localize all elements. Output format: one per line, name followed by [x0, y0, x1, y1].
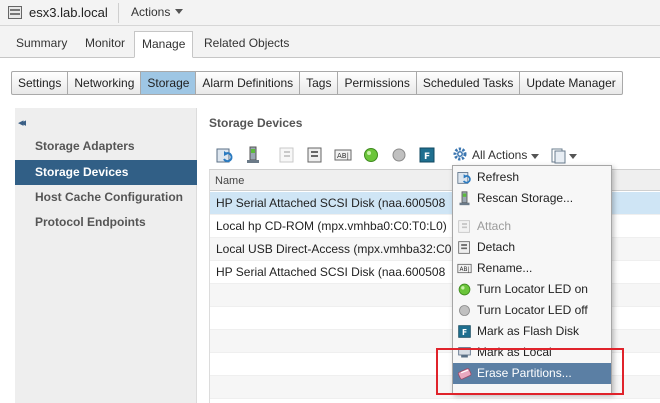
subtab-permissions[interactable]: Permissions: [338, 71, 417, 95]
column-header-name[interactable]: Name: [215, 175, 244, 187]
subtab-settings[interactable]: Settings: [11, 71, 69, 95]
main-tab-bar: Summary Monitor Manage Related Objects: [0, 26, 660, 58]
chevron-down-icon: [530, 154, 539, 159]
subtab-storage[interactable]: Storage: [141, 71, 197, 95]
flash-disk-icon: F: [458, 325, 471, 338]
refresh-icon[interactable]: [216, 146, 234, 164]
tab-summary[interactable]: Summary: [9, 31, 74, 58]
nav-item-storage-adapters[interactable]: Storage Adapters: [15, 134, 197, 159]
tab-monitor[interactable]: Monitor: [78, 31, 132, 58]
menu-item-label: Turn Locator LED off: [477, 303, 588, 317]
menu-item-refresh[interactable]: Refresh: [453, 167, 611, 188]
svg-text:F: F: [462, 328, 467, 337]
nav-item-host-cache-configuration[interactable]: Host Cache Configuration: [15, 185, 197, 210]
menu-item-attach[interactable]: Attach: [453, 216, 611, 237]
menu-item-detach[interactable]: Detach: [453, 237, 611, 258]
rename-icon: AB|: [457, 263, 472, 274]
menu-item-label: Rescan Storage...: [477, 191, 574, 205]
storage-nav-panel: ◂◂ Storage Adapters Storage Devices Host…: [15, 108, 197, 403]
menu-item-mark-as-flash-disk[interactable]: F Mark as Flash Disk: [453, 321, 611, 342]
host-icon: [8, 6, 22, 19]
host-name: esx3.lab.local: [29, 5, 108, 20]
menu-item-label: Detach: [477, 240, 516, 254]
svg-text:F: F: [424, 152, 430, 162]
attach-icon[interactable]: [278, 146, 296, 164]
rescan-storage-icon[interactable]: [244, 146, 262, 164]
annotation-highlight-box: [436, 348, 624, 395]
detach-icon: [458, 241, 470, 254]
header-divider: [118, 3, 119, 23]
subtab-networking[interactable]: Networking: [68, 71, 142, 95]
rescan-icon: [459, 191, 470, 206]
refresh-icon: [457, 172, 471, 184]
menu-item-label: Attach: [477, 219, 512, 233]
actions-label: Actions: [131, 5, 171, 19]
gear-icon: [453, 147, 467, 161]
rename-icon[interactable]: AB|: [334, 146, 352, 164]
svg-text:AB|: AB|: [460, 267, 470, 273]
export-menu-icon[interactable]: [551, 148, 579, 164]
all-actions-label: All Actions: [472, 148, 528, 162]
tab-related-objects[interactable]: Related Objects: [197, 31, 296, 58]
subtab-tags[interactable]: Tags: [300, 71, 339, 95]
menu-item-turn-locator-led-off[interactable]: Turn Locator LED off: [453, 300, 611, 321]
led-off-icon: [459, 305, 470, 316]
menu-item-label: Turn Locator LED on: [477, 282, 588, 296]
subtab-alarm-definitions[interactable]: Alarm Definitions: [196, 71, 301, 95]
menu-item-turn-locator-led-on[interactable]: Turn Locator LED on: [453, 279, 611, 300]
led-on-icon: [458, 283, 471, 296]
svg-text:AB|: AB|: [337, 152, 349, 160]
chevron-down-icon: [175, 9, 184, 14]
menu-item-label: Mark as Flash Disk: [477, 324, 580, 338]
attach-icon: [458, 220, 470, 233]
detach-icon[interactable]: [306, 146, 324, 164]
nav-item-storage-devices[interactable]: Storage Devices: [15, 160, 197, 185]
sub-tab-bar: Settings Networking Storage Alarm Defini…: [11, 71, 623, 95]
menu-item-label: Rename...: [477, 261, 533, 275]
tab-manage[interactable]: Manage: [134, 31, 194, 58]
led-on-icon[interactable]: [362, 146, 380, 164]
subtab-update-manager[interactable]: Update Manager: [520, 71, 623, 95]
nav-item-protocol-endpoints[interactable]: Protocol Endpoints: [15, 210, 197, 235]
object-header: esx3.lab.local Actions: [0, 0, 660, 26]
menu-item-label: Refresh: [477, 170, 520, 184]
collapse-panel-icon[interactable]: ◂◂: [18, 116, 26, 129]
subtab-scheduled-tasks[interactable]: Scheduled Tasks: [416, 71, 521, 95]
page-title: Storage Devices: [209, 116, 303, 130]
menu-item-rename[interactable]: AB| Rename...: [453, 258, 611, 279]
actions-menu-button[interactable]: Actions: [131, 5, 184, 19]
flash-disk-icon[interactable]: F: [418, 146, 436, 164]
led-off-icon[interactable]: [390, 146, 408, 164]
menu-item-rescan-storage[interactable]: Rescan Storage...: [453, 188, 611, 209]
